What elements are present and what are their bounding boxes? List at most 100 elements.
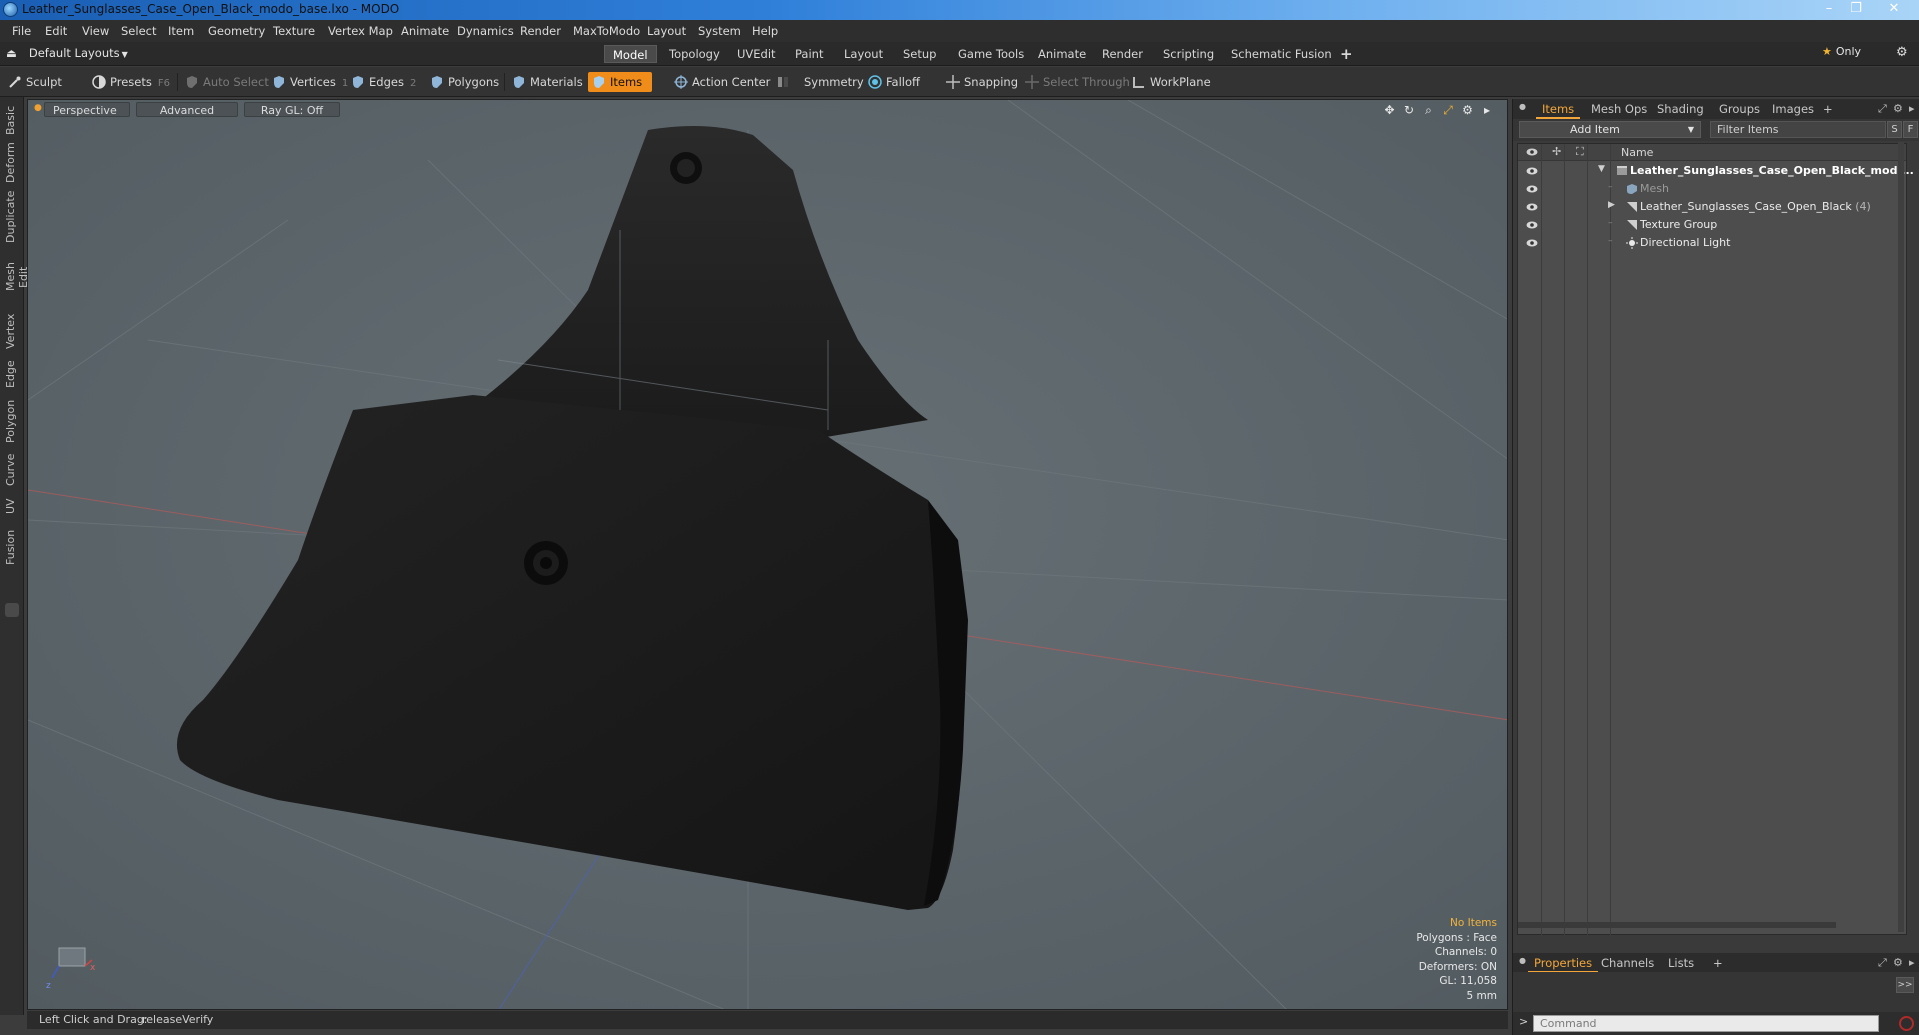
tree-row-mesh-item[interactable]: ▶ Leather_Sunglasses_Case_Open_Black (4) [1518, 198, 1906, 216]
tab-items[interactable]: Items [1535, 102, 1581, 119]
tab-schematic-fusion[interactable]: Schematic Fusion [1223, 45, 1340, 63]
select-through-button[interactable]: Select Through [1021, 72, 1130, 92]
fit-view-icon[interactable]: ⤢ [1440, 102, 1456, 118]
panel-expand-icon[interactable]: ▸ [1909, 956, 1915, 969]
menu-animate[interactable]: Animate [401, 24, 449, 38]
vtab-mesh-edit[interactable]: Mesh Edit [4, 252, 30, 302]
menu-geometry[interactable]: Geometry [208, 24, 265, 38]
symmetry-button[interactable]: Symmetry [772, 72, 864, 92]
expand-properties-button[interactable]: >> [1896, 977, 1914, 993]
add-properties-tab-button[interactable]: + [1713, 956, 1723, 970]
menu-help[interactable]: Help [752, 24, 778, 38]
menu-file[interactable]: File [12, 24, 31, 38]
panel-expand-icon[interactable]: ▸ [1909, 102, 1915, 115]
only-toggle[interactable]: ★ Only [1822, 45, 1861, 58]
name-column[interactable]: Name [1621, 146, 1653, 159]
tree-row-mesh[interactable]: – Mesh [1518, 180, 1906, 198]
viewport-gear-icon[interactable]: ⚙ [1460, 102, 1476, 118]
viewport-expand-icon[interactable]: ▸ [1479, 102, 1495, 118]
panel-gear-icon[interactable]: ⚙ [1893, 956, 1903, 969]
tab-mesh-ops[interactable]: Mesh Ops [1591, 102, 1647, 116]
view-mode-button[interactable]: Perspective [44, 102, 130, 117]
vertices-button[interactable]: Vertices 1 [268, 72, 348, 92]
add-item-button[interactable]: Add Item ▼ [1519, 121, 1701, 138]
expand-arrow-icon[interactable]: ▼ [1598, 164, 1605, 174]
menu-vertex-map[interactable]: Vertex Map [328, 24, 393, 38]
menu-texture[interactable]: Texture [273, 24, 315, 38]
panel-toggle-icon[interactable] [5, 603, 19, 617]
vtab-duplicate[interactable]: Duplicate [4, 191, 20, 243]
tab-uvedit[interactable]: UVEdit [729, 45, 784, 63]
vtab-polygon[interactable]: Polygon [4, 399, 20, 443]
command-history-icon[interactable]: > [1519, 1015, 1528, 1028]
materials-button[interactable]: Materials [508, 72, 583, 92]
menu-edit[interactable]: Edit [45, 24, 67, 38]
tab-topology[interactable]: Topology [661, 45, 728, 63]
vtab-basic[interactable]: Basic [4, 105, 20, 135]
menu-render[interactable]: Render [520, 24, 561, 38]
expand-arrow-icon[interactable]: ▶ [1608, 200, 1615, 210]
menu-maxtomodo[interactable]: MaxToModo [573, 24, 640, 38]
tab-images[interactable]: Images [1772, 102, 1814, 116]
move-view-icon[interactable]: ✥ [1382, 102, 1398, 118]
auto-select-button[interactable]: Auto Select [181, 72, 269, 92]
visibility-eye-icon[interactable] [1526, 201, 1538, 213]
s-button[interactable]: S [1887, 121, 1902, 138]
tab-animate[interactable]: Animate [1030, 45, 1094, 63]
snapping-button[interactable]: Snapping [942, 72, 1018, 92]
vtab-uv[interactable]: UV [4, 495, 20, 517]
close-button[interactable]: ✕ [1880, 0, 1908, 18]
panel-menu-icon[interactable]: ● [1519, 956, 1526, 965]
tab-render[interactable]: Render [1094, 45, 1151, 63]
sculpt-button[interactable]: Sculpt [4, 72, 62, 92]
tab-channels[interactable]: Channels [1601, 956, 1654, 970]
menu-view[interactable]: View [82, 24, 109, 38]
add-panel-tab-button[interactable]: + [1823, 102, 1833, 116]
menu-dynamics[interactable]: Dynamics [457, 24, 514, 38]
tab-properties[interactable]: Properties [1527, 956, 1599, 973]
tab-setup[interactable]: Setup [895, 45, 944, 63]
menu-select[interactable]: Select [121, 24, 156, 38]
layout-selector[interactable]: ⏏ Default Layouts ▼ [6, 46, 128, 60]
3d-viewport[interactable]: z x ● Perspective Advanced Ray GL: Off ✥… [27, 99, 1508, 1010]
f-button[interactable]: F [1903, 121, 1918, 138]
horizontal-scrollbar[interactable] [1518, 922, 1836, 928]
maximize-panel-icon[interactable]: ⤢ [1878, 102, 1887, 116]
menu-item[interactable]: Item [168, 24, 194, 38]
visibility-eye-icon[interactable] [1526, 165, 1538, 177]
presets-button[interactable]: Presets F6 [88, 72, 170, 92]
viewport-menu-icon[interactable]: ● [34, 103, 42, 113]
command-input[interactable]: Command [1533, 1015, 1879, 1032]
vtab-curve[interactable]: Curve [4, 453, 20, 487]
tree-row-directional-light[interactable]: – Directional Light [1518, 234, 1906, 252]
vertical-scrollbar[interactable] [1898, 142, 1904, 932]
workplane-button[interactable]: WorkPlane [1128, 72, 1211, 92]
vtab-vertex[interactable]: Vertex [4, 312, 20, 350]
vtab-edge[interactable]: Edge [4, 359, 20, 389]
tab-scripting[interactable]: Scripting [1155, 45, 1222, 63]
record-macro-icon[interactable] [1899, 1016, 1914, 1031]
vtab-fusion[interactable]: Fusion [4, 527, 20, 567]
tab-shading[interactable]: Shading [1657, 102, 1704, 116]
visibility-eye-icon[interactable] [1526, 237, 1538, 249]
visibility-eye-icon[interactable] [1526, 183, 1538, 195]
polygons-button[interactable]: Polygons [426, 72, 499, 92]
restore-button[interactable]: ❐ [1842, 0, 1870, 18]
edges-button[interactable]: Edges 2 [347, 72, 416, 92]
gear-icon[interactable]: ⚙ [1896, 45, 1908, 60]
add-tab-button[interactable]: + [1332, 45, 1361, 63]
menu-layout[interactable]: Layout [647, 24, 686, 38]
tree-row-scene[interactable]: ▼ Leather_Sunglasses_Case_Open_Black_mod… [1518, 162, 1914, 180]
falloff-button[interactable]: Falloff [864, 72, 920, 92]
tab-model[interactable]: Model [604, 45, 657, 63]
panel-gear-icon[interactable]: ⚙ [1893, 102, 1903, 115]
shading-button[interactable]: Advanced [136, 102, 238, 117]
action-center-button[interactable]: Action Center [670, 72, 770, 92]
tab-lists[interactable]: Lists [1668, 956, 1694, 970]
rotate-view-icon[interactable]: ↻ [1401, 102, 1417, 118]
tab-layout[interactable]: Layout [836, 45, 891, 63]
vtab-deform[interactable]: Deform [4, 142, 20, 183]
minimize-button[interactable]: – [1815, 0, 1843, 18]
visibility-eye-icon[interactable] [1526, 219, 1538, 231]
filter-items-input[interactable]: Filter Items [1710, 121, 1886, 138]
